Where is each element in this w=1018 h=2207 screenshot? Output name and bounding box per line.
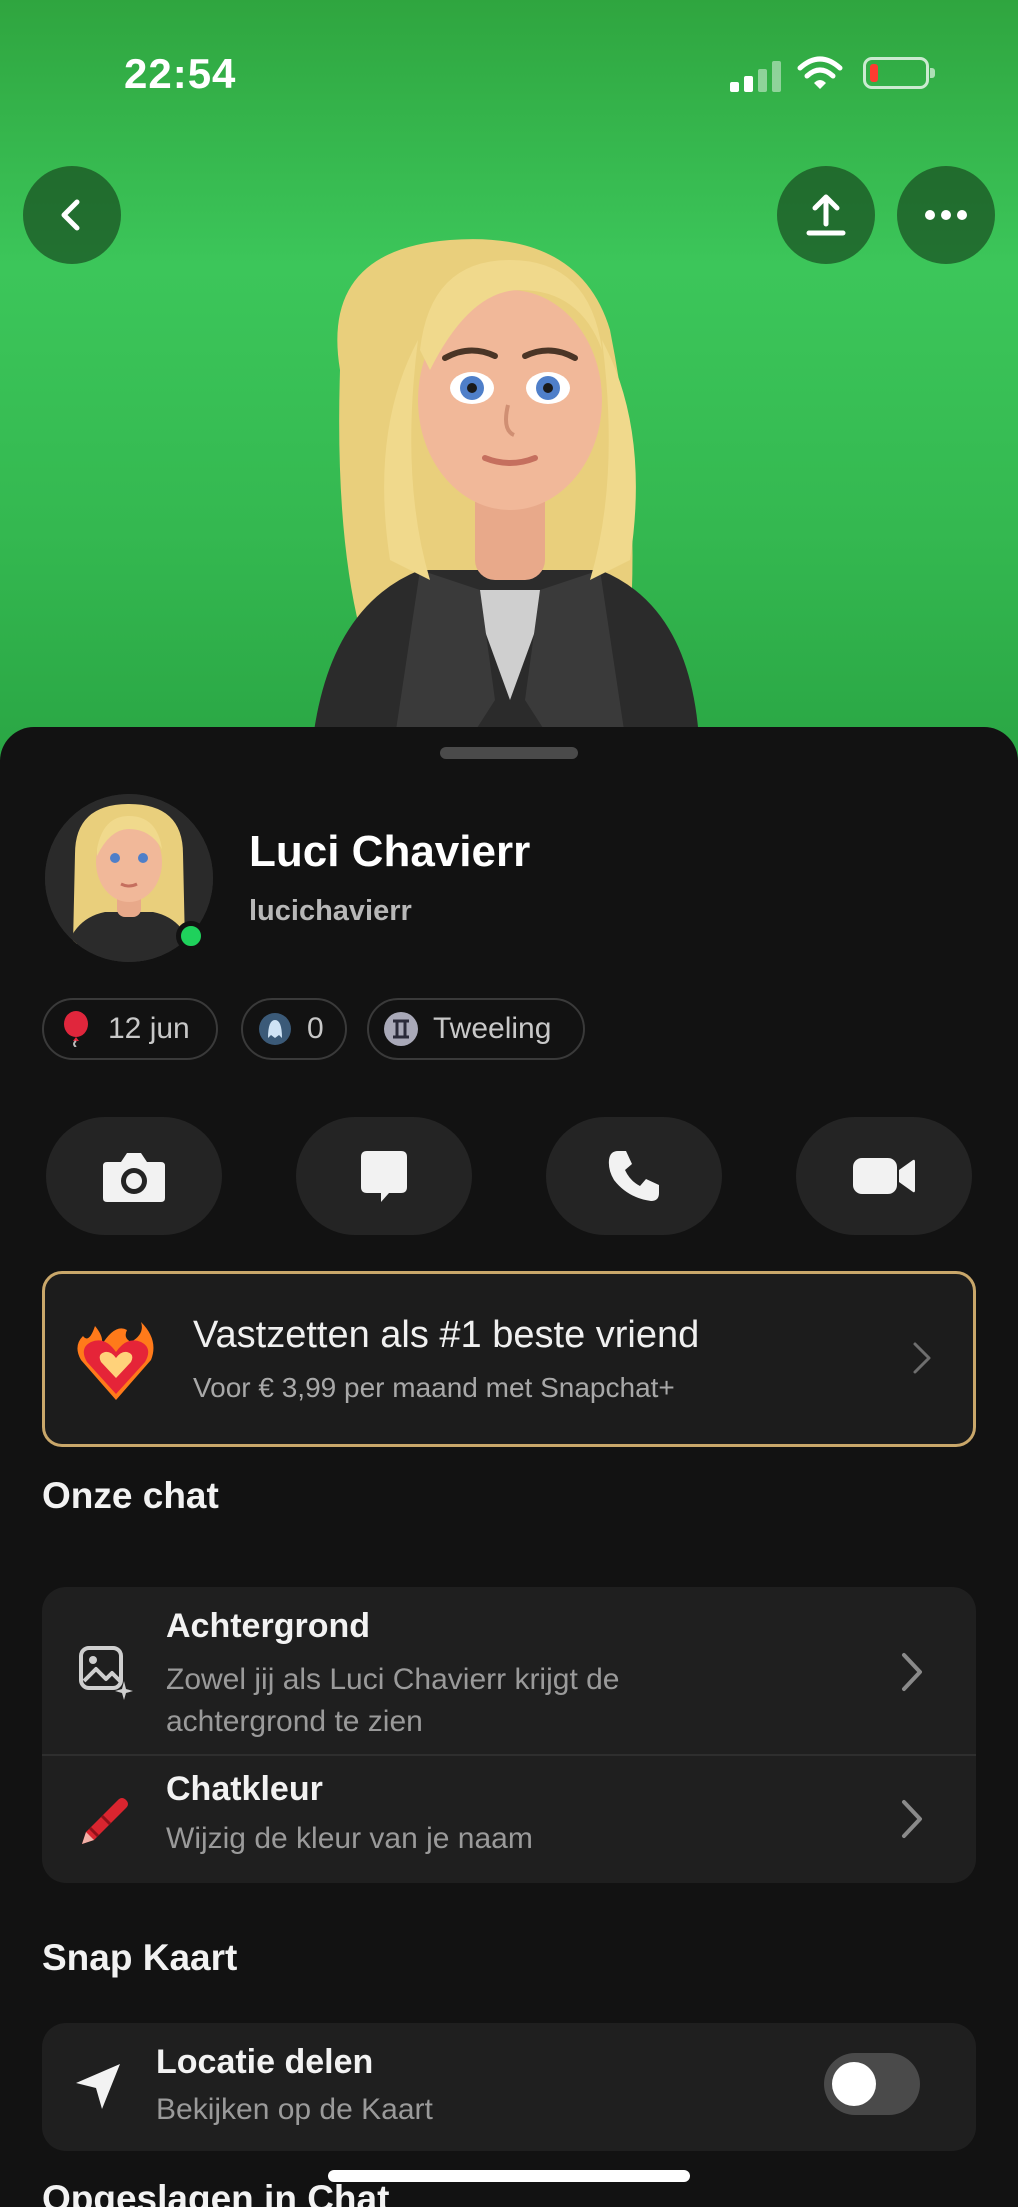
chevron-right-icon: [902, 1653, 922, 1691]
more-horizontal-icon: [925, 210, 967, 220]
status-time: 22:54: [124, 50, 237, 97]
zodiac-label: Tweeling: [433, 1012, 552, 1045]
wallpaper-sparkle-icon: [79, 1646, 133, 1700]
bitmoji-avatar-large: [310, 239, 700, 760]
upload-icon: [806, 194, 846, 236]
balloon-icon: [58, 1011, 94, 1047]
chat-button[interactable]: [296, 1117, 472, 1235]
share-location-toggle[interactable]: [824, 2053, 920, 2115]
fire-heart-icon: [77, 1322, 154, 1400]
wifi-icon: [797, 56, 843, 89]
birthday-label: 12 jun: [108, 1012, 190, 1045]
our-chat-card: Achtergrond Zowel jij als Luci Chavierr …: [42, 1587, 976, 1883]
share-location-row[interactable]: Locatie delen Bekijken op de Kaart: [42, 2023, 976, 2151]
promo-subtitle: Voor € 3,99 per maand met Snapchat+: [193, 1372, 675, 1403]
wallpaper-row[interactable]: Achtergrond Zowel jij als Luci Chavierr …: [42, 1587, 976, 1755]
home-indicator[interactable]: [328, 2170, 690, 2182]
share-location-subtitle: Bekijken op de Kaart: [156, 2093, 433, 2126]
chat-color-subtitle: Wijzig de kleur van je naam: [166, 1822, 533, 1855]
wallpaper-subtitle-line1: Zowel jij als Luci Chavierr krijgt de: [166, 1663, 620, 1696]
snap-map-card: Locatie delen Bekijken op de Kaart: [42, 2023, 976, 2151]
snap-score-chip[interactable]: 0: [241, 998, 347, 1060]
camera-button[interactable]: [46, 1117, 222, 1235]
chevron-right-icon: [902, 1800, 922, 1838]
share-button[interactable]: [777, 166, 875, 264]
wallpaper-title: Achtergrond: [166, 1607, 370, 1645]
section-title-saved-in-chat: Opgeslagen in Chat: [42, 2178, 390, 2207]
profile-username: lucichavierr: [249, 895, 412, 927]
cellular-signal-icon: [730, 60, 782, 92]
snap-score-ghost-icon: [257, 1011, 293, 1047]
camera-icon: [103, 1153, 165, 1202]
phone-icon: [608, 1151, 659, 1201]
promo-title: Vastzetten als #1 beste vriend: [193, 1314, 700, 1356]
call-button[interactable]: [546, 1117, 722, 1235]
pin-best-friend-promo[interactable]: Vastzetten als #1 beste vriend Voor € 3,…: [42, 1271, 976, 1447]
friend-profile-screen: 22:54 Luci Chavierr lucichavierr 12 jun …: [0, 0, 1018, 2207]
chevron-left-icon: [61, 199, 80, 231]
location-arrow-icon: [76, 2064, 120, 2109]
section-title-our-chat: Onze chat: [42, 1475, 219, 1516]
video-icon: [853, 1158, 915, 1194]
gemini-zodiac-icon: [383, 1011, 419, 1047]
chat-color-title: Chatkleur: [166, 1770, 323, 1808]
sheet-grabber[interactable]: [440, 747, 578, 759]
video-call-button[interactable]: [796, 1117, 972, 1235]
battery-icon: [863, 57, 935, 89]
profile-sheet: Luci Chavierr lucichavierr 12 jun 0 Twee…: [0, 727, 1018, 2207]
profile-display-name: Luci Chavierr: [249, 827, 531, 876]
online-status-indicator: [176, 921, 206, 951]
wallpaper-subtitle-line2: achtergrond te zien: [166, 1705, 423, 1738]
chat-color-row[interactable]: Chatkleur Wijzig de kleur van je naam: [42, 1756, 976, 1883]
section-title-snap-map: Snap Kaart: [42, 1937, 238, 1978]
bitmoji-hero-background: 22:54: [0, 0, 1018, 760]
chat-icon: [361, 1151, 407, 1202]
birthday-chip[interactable]: 12 jun: [42, 998, 218, 1060]
snap-score-label: 0: [307, 1012, 324, 1045]
back-button[interactable]: [23, 166, 121, 264]
share-location-title: Locatie delen: [156, 2043, 374, 2081]
more-options-button[interactable]: [897, 166, 995, 264]
zodiac-chip[interactable]: Tweeling: [367, 998, 585, 1060]
crayon-icon: [82, 1798, 128, 1844]
chevron-right-icon: [913, 1342, 931, 1374]
